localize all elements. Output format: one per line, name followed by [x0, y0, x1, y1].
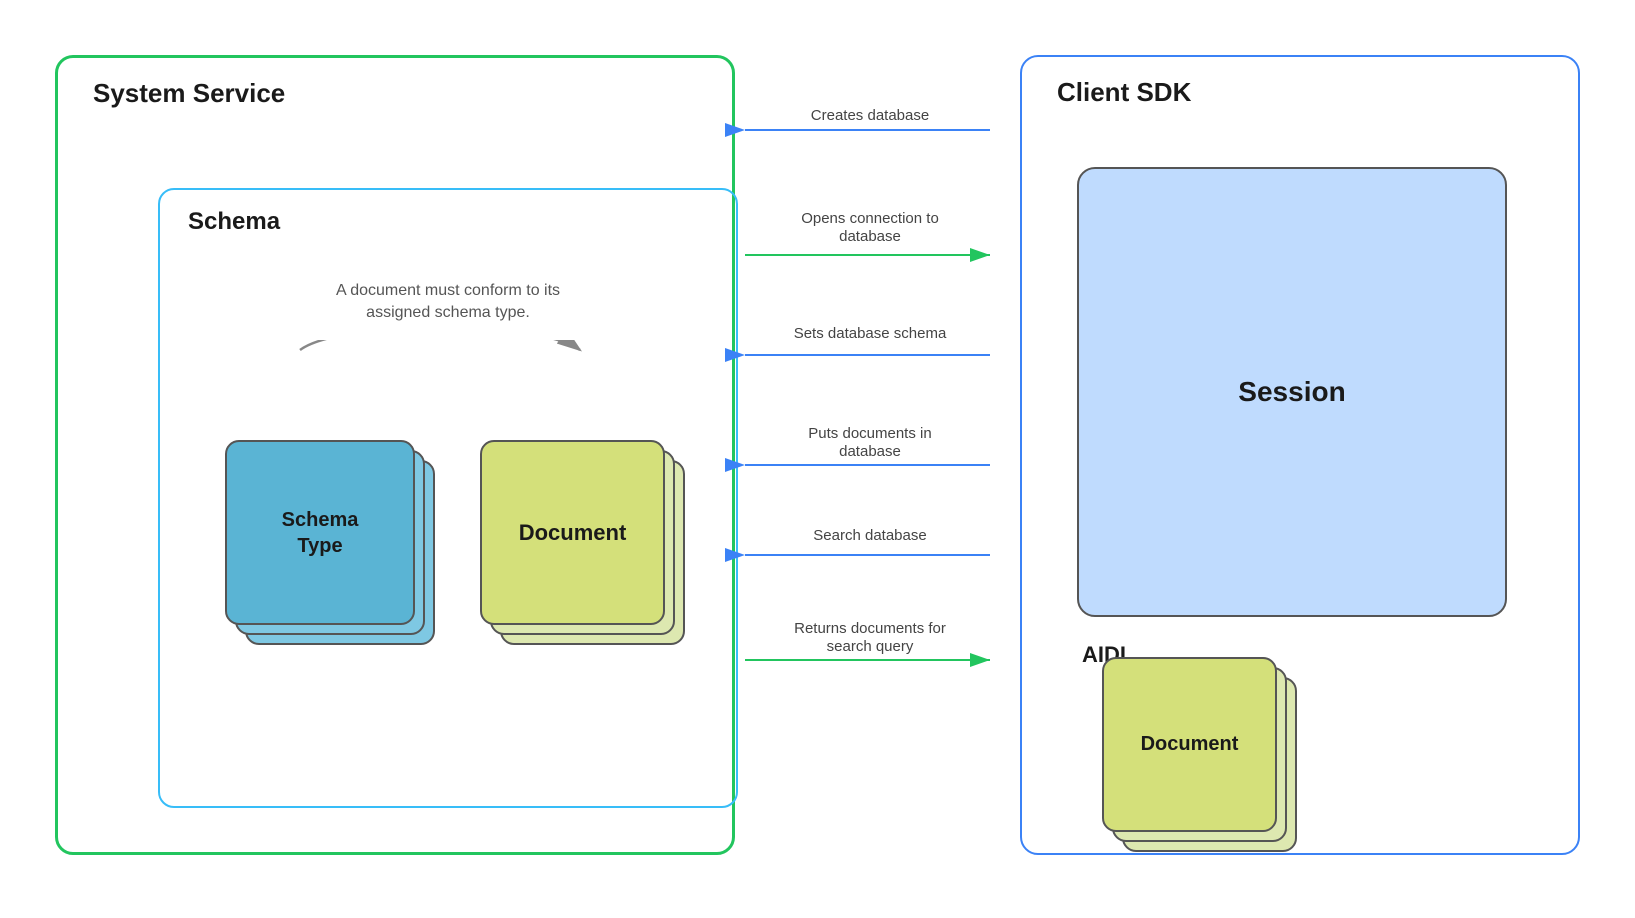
client-doc-front: Document	[1102, 657, 1277, 832]
schema-type-card-front: SchemaType	[225, 440, 415, 625]
schema-box: Schema A document must conform to its as…	[158, 188, 738, 808]
puts-docs-text: Puts documents indatabase	[808, 425, 931, 460]
session-label: Session	[1238, 376, 1345, 408]
diagram-container: System Service Schema A document must co…	[0, 0, 1635, 918]
client-document-label: Document	[1141, 733, 1239, 756]
sets-schema-text: Sets database schema	[794, 325, 947, 342]
client-sdk-box: Client SDK Session AIDL Document	[1020, 55, 1580, 855]
arrow-label-search-db: Search database	[750, 527, 990, 545]
returns-docs-text: Returns documents forsearch query	[794, 620, 946, 655]
arrow-label-opens-connection: Opens connection todatabase	[750, 210, 990, 246]
schema-curved-arrow	[220, 340, 660, 420]
client-sdk-label: Client SDK	[1057, 77, 1191, 108]
opens-connection-text: Opens connection todatabase	[801, 210, 939, 245]
system-service-label: System Service	[93, 78, 285, 109]
arrow-label-returns-docs: Returns documents forsearch query	[750, 620, 990, 656]
search-db-text: Search database	[813, 527, 926, 544]
schema-description: A document must conform to its assigned …	[308, 280, 588, 325]
schema-type-label: SchemaType	[282, 507, 359, 559]
arrow-label-sets-schema: Sets database schema	[750, 325, 990, 343]
schema-label: Schema	[188, 208, 280, 236]
document-stack-client: Document	[1102, 657, 1302, 857]
session-card: Session	[1077, 167, 1507, 617]
arrow-label-creates-db: Creates database	[750, 107, 990, 125]
document-card-front-schema: Document	[480, 440, 665, 625]
schema-type-stack: SchemaType	[225, 440, 425, 640]
arrow-label-puts-docs: Puts documents indatabase	[750, 425, 990, 461]
system-service-box: System Service Schema A document must co…	[55, 55, 735, 855]
document-stack-schema: Document	[480, 440, 680, 640]
document-label-schema: Document	[519, 520, 627, 546]
creates-db-text: Creates database	[811, 107, 929, 124]
